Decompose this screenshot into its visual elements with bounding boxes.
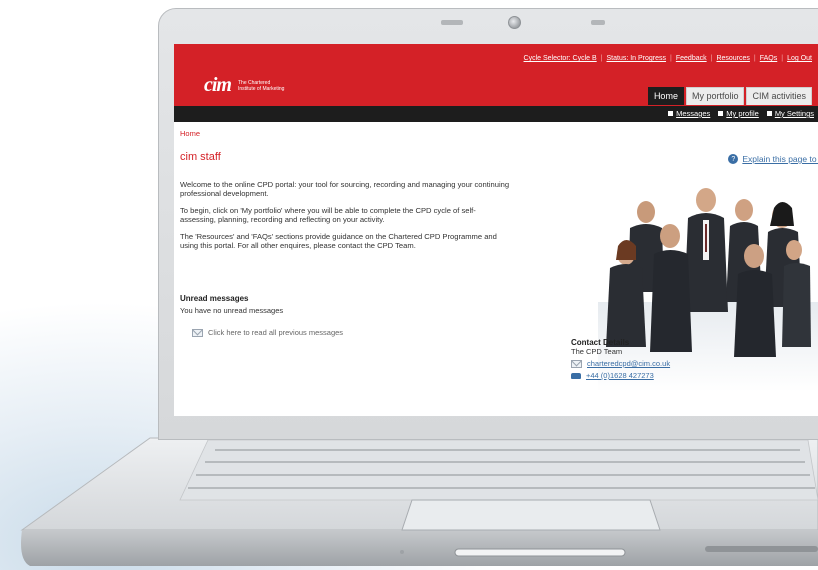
contact-details: Contact Details The CPD Team charteredcp… bbox=[571, 338, 670, 380]
contact-email-link[interactable]: charteredcpd@cim.co.uk bbox=[587, 359, 670, 368]
intro-paragraph: The 'Resources' and 'FAQs' sections prov… bbox=[180, 232, 497, 250]
contact-email-row: charteredcpd@cim.co.uk bbox=[571, 359, 670, 368]
my-settings-link[interactable]: My Settings bbox=[766, 109, 814, 118]
sub-links: Messages My profile My Settings bbox=[668, 109, 814, 118]
separator: | bbox=[600, 55, 603, 62]
explain-label: Explain this page to m bbox=[742, 154, 818, 164]
logo-text: The Chartered Institute of Marketing bbox=[238, 80, 298, 92]
contact-team: The CPD Team bbox=[571, 347, 623, 356]
faqs-link[interactable]: FAQs bbox=[760, 55, 778, 62]
contact-phone-link[interactable]: +44 (0)1628 427273 bbox=[586, 371, 654, 380]
separator: | bbox=[670, 55, 672, 62]
resources-link[interactable]: Resources bbox=[716, 55, 749, 62]
my-profile-link[interactable]: My profile bbox=[718, 109, 759, 118]
log-out-link[interactable]: Log Out bbox=[787, 55, 812, 62]
feedback-link[interactable]: Feedback bbox=[676, 55, 707, 62]
contact-heading: Contact Details bbox=[571, 338, 630, 347]
tab-my-portfolio[interactable]: My portfolio bbox=[685, 87, 745, 105]
unread-status: You have no unread messages bbox=[180, 306, 284, 315]
messages-label: Messages bbox=[676, 109, 711, 118]
separator: | bbox=[710, 55, 713, 62]
square-icon bbox=[766, 111, 772, 116]
messages-link[interactable]: Messages bbox=[668, 109, 710, 118]
separator: | bbox=[781, 55, 784, 62]
tab-home[interactable]: Home bbox=[647, 87, 684, 105]
my-profile-label: My profile bbox=[726, 109, 759, 118]
envelope-icon bbox=[571, 359, 582, 368]
tab-cim-activities[interactable]: CIM activities bbox=[746, 87, 812, 105]
status-link[interactable]: Status: In Progress bbox=[607, 55, 667, 62]
square-icon bbox=[718, 111, 724, 116]
contact-phone-row: +44 (0)1628 427273 bbox=[571, 371, 670, 380]
read-all-label: Click here to read all previous messages bbox=[208, 328, 344, 337]
intro-text: Welcome to the online CPD portal: your t… bbox=[180, 180, 510, 258]
header-bar: Cycle Selector: Cycle B | Status: In Pro… bbox=[174, 44, 818, 106]
top-links: Cycle Selector: Cycle B | Status: In Pro… bbox=[524, 55, 812, 62]
cim-logo[interactable]: cim The Chartered Institute of Marketing bbox=[204, 74, 298, 97]
logo-mark: cim bbox=[204, 74, 232, 96]
square-icon bbox=[668, 111, 674, 116]
breadcrumb[interactable]: Home bbox=[180, 129, 200, 138]
speaker-slot bbox=[441, 20, 463, 25]
cycle-selector-link[interactable]: Cycle Selector: Cycle B bbox=[524, 55, 597, 62]
main-tabs: Home My portfolio CIM activities bbox=[647, 87, 812, 105]
logo-line-2: Institute of Marketing bbox=[238, 85, 285, 92]
speaker-slot bbox=[591, 20, 605, 25]
browser-screen: Cycle Selector: Cycle B | Status: In Pro… bbox=[174, 44, 818, 416]
intro-paragraph: Welcome to the online CPD portal: your t… bbox=[180, 180, 510, 198]
read-all-messages-link[interactable]: Click here to read all previous messages bbox=[192, 328, 343, 337]
explain-page-link[interactable]: ? Explain this page to m bbox=[728, 154, 818, 164]
unread-heading: Unread messages bbox=[180, 294, 249, 303]
sub-nav-bar: Messages My profile My Settings bbox=[174, 106, 818, 122]
page-title: cim staff bbox=[180, 151, 221, 163]
webcam bbox=[508, 16, 521, 29]
intro-paragraph: To begin, click on 'My portfolio' where … bbox=[180, 206, 476, 224]
phone-icon bbox=[571, 372, 581, 379]
my-settings-label: My Settings bbox=[774, 109, 814, 118]
envelope-icon bbox=[192, 328, 203, 337]
help-icon: ? bbox=[728, 154, 739, 164]
separator: | bbox=[753, 55, 756, 62]
